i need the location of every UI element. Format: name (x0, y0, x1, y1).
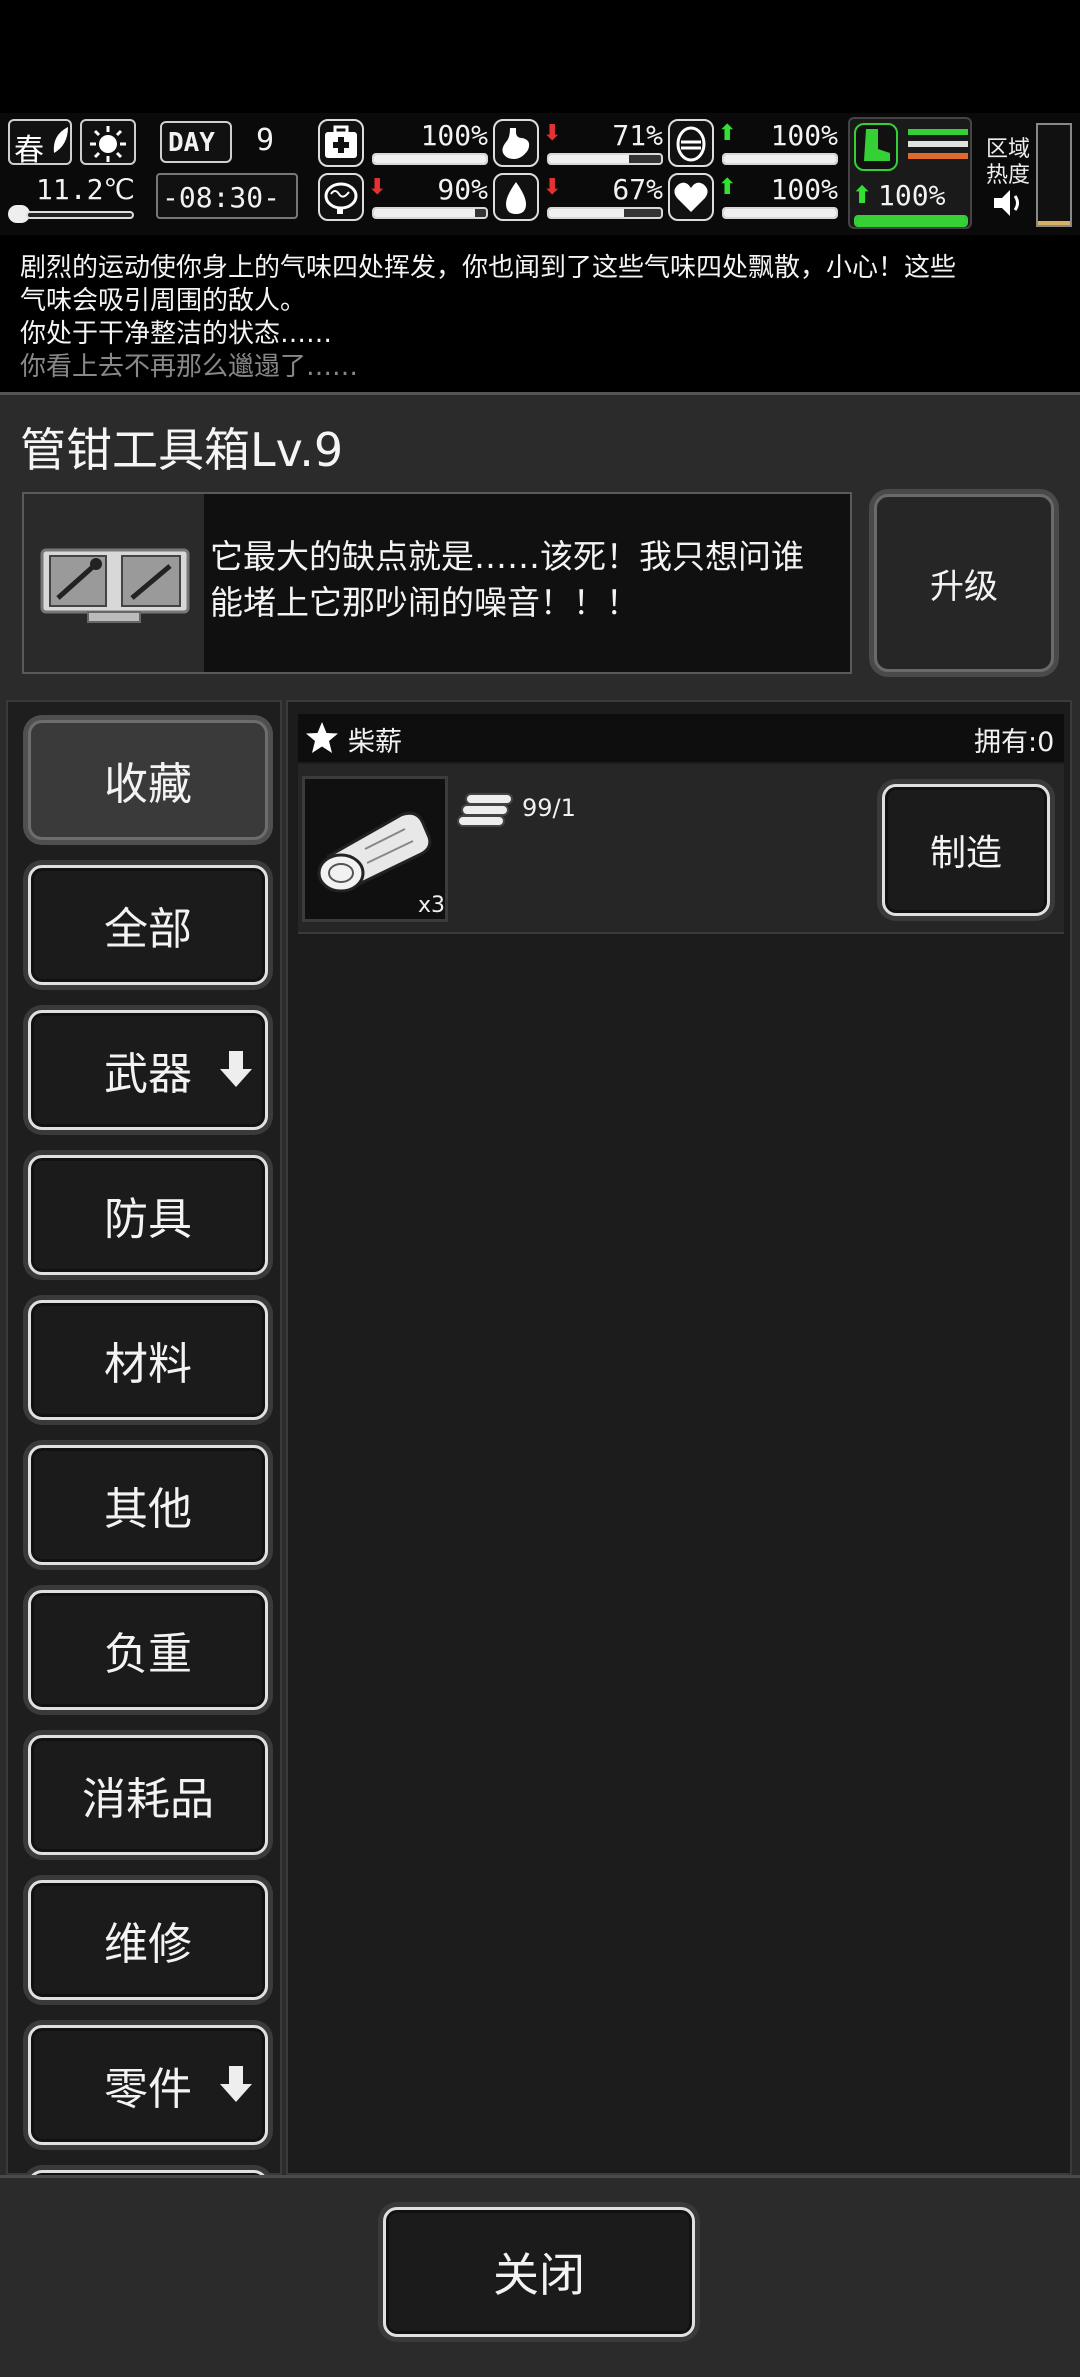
speaker-icon[interactable] (990, 185, 1026, 221)
stat-bar (547, 153, 663, 165)
star-icon[interactable] (304, 720, 340, 756)
mask-icon (668, 119, 714, 167)
stamina-up-arrow: ⬆ (852, 181, 873, 209)
toolbox-icon (40, 548, 190, 623)
recipe-yield: x3 (418, 893, 446, 918)
day-label: DAY (168, 128, 215, 158)
category-label: 零件 (104, 2064, 192, 2115)
stat-bar (722, 153, 838, 165)
upgrade-button[interactable]: 升级 (874, 494, 1054, 672)
log-line: 剧烈的运动使你身上的气味四处挥发，你也闻到了这些气味四处飘散，小心！这些 (20, 253, 957, 283)
description-line: 能堵上它那吵闹的噪音！！！ (210, 583, 639, 622)
stat-value: 67% (612, 173, 663, 206)
category-label: 武器 (104, 1049, 192, 1100)
material-requirement: 99/1 (522, 794, 576, 822)
category-button[interactable]: 零件 (28, 2025, 268, 2145)
sun-icon (90, 126, 126, 162)
stat-bar (372, 153, 488, 165)
category-button[interactable]: 武器 (28, 1010, 268, 1130)
recipe-header (298, 714, 1064, 762)
logs-icon (457, 793, 513, 827)
day-badge: DAY (160, 121, 232, 163)
category-label: 材料 (104, 1339, 192, 1390)
day-number: 9 (256, 123, 275, 158)
category-button[interactable]: 全部 (28, 865, 268, 985)
season-label: 春 (14, 133, 44, 168)
water-drop-icon (493, 173, 539, 221)
status-hud: 春 11.2℃ DAY 9 -08:30- 100% ⬇ 71% ⬆ 100% ⬇ 90% ⬇… (0, 113, 1080, 235)
category-sidebar[interactable]: 收藏全部武器防具材料其他负重消耗品维修零件 (6, 700, 282, 2210)
category-label: 消耗品 (82, 1774, 214, 1825)
close-button[interactable]: 关闭 (383, 2207, 695, 2337)
stat-value: 90% (437, 173, 488, 206)
log-line: 你处于干净整洁的状态…… (20, 319, 333, 349)
weather-badge (80, 119, 136, 165)
category-button[interactable]: 维修 (28, 1880, 268, 2000)
stat-bar (372, 207, 488, 219)
category-label: 其他 (104, 1484, 192, 1535)
expand-arrow-icon (220, 1051, 252, 1087)
category-label: 全部 (104, 904, 192, 955)
category-button[interactable]: 材料 (28, 1300, 268, 1420)
heart-icon (668, 173, 714, 221)
stamina-panel: ⬆ 100% (848, 117, 972, 229)
toolbox-thumbnail (24, 494, 204, 672)
time-display: -08:30- (156, 173, 298, 219)
category-label: 防具 (104, 1194, 192, 1245)
stat-value: 100% (770, 119, 838, 152)
heat-meter (1036, 123, 1072, 227)
owned-count: 拥有:0 (974, 727, 1055, 758)
craft-button[interactable]: 制造 (882, 784, 1050, 916)
time-label: -08:30- (162, 181, 281, 214)
stat-bar (722, 207, 838, 219)
category-label: 负重 (104, 1629, 192, 1680)
expand-arrow-icon (220, 2066, 252, 2102)
leaf-icon (53, 127, 68, 153)
stat-bar-fill (549, 155, 629, 163)
boot-icon (854, 123, 898, 171)
stat-bar-fill (549, 209, 625, 217)
message-log[interactable]: 剧烈的运动使你身上的气味四处挥发，你也闻到了这些气味四处飘散，小心！这些 气味会… (0, 236, 1080, 386)
stat-value: 100% (770, 173, 838, 206)
log-line: 气味会吸引周围的敌人。 (20, 286, 307, 316)
category-button[interactable]: 收藏 (28, 720, 268, 840)
trend-up-arrow: ⬆ (718, 121, 737, 146)
stat-bar-fill (724, 209, 836, 217)
category-button[interactable]: 负重 (28, 1590, 268, 1710)
category-label: 维修 (104, 1919, 192, 1970)
stomach-icon (493, 119, 539, 167)
category-button[interactable]: 消耗品 (28, 1735, 268, 1855)
stat-bar-fill (724, 155, 836, 163)
medkit-icon (318, 119, 364, 167)
trend-up-arrow: ⬆ (718, 175, 737, 200)
stat-value: 100% (420, 119, 488, 152)
trend-down-arrow: ⬇ (543, 121, 562, 146)
log-line: 你看上去不再那么邋遢了…… (20, 352, 359, 382)
temperature: 11.2℃ (36, 173, 135, 206)
page-title: 管钳工具箱Lv.9 (20, 423, 344, 477)
recipe-name: 柴薪 (348, 727, 402, 758)
stamina-stripes (908, 129, 968, 167)
stat-bar (547, 207, 663, 219)
stat-value: 71% (612, 119, 663, 152)
item-description: 它最大的缺点就是……该死！我只想问谁 能堵上它那吵闹的噪音！！！ (210, 534, 840, 626)
trend-down-arrow: ⬇ (543, 175, 562, 200)
stamina-bar (854, 215, 968, 227)
category-button[interactable]: 其他 (28, 1445, 268, 1565)
stat-bar-fill (374, 155, 486, 163)
category-label: 收藏 (104, 759, 192, 810)
description-line: 它最大的缺点就是……该死！我只想问谁 (210, 537, 804, 576)
temperature-gauge (8, 205, 136, 223)
stamina-value: 100% (878, 179, 946, 212)
stat-bar-fill (374, 209, 475, 217)
brain-icon (318, 173, 364, 221)
trend-down-arrow: ⬇ (368, 175, 387, 200)
season-badge: 春 (8, 119, 72, 168)
category-button[interactable]: 防具 (28, 1155, 268, 1275)
